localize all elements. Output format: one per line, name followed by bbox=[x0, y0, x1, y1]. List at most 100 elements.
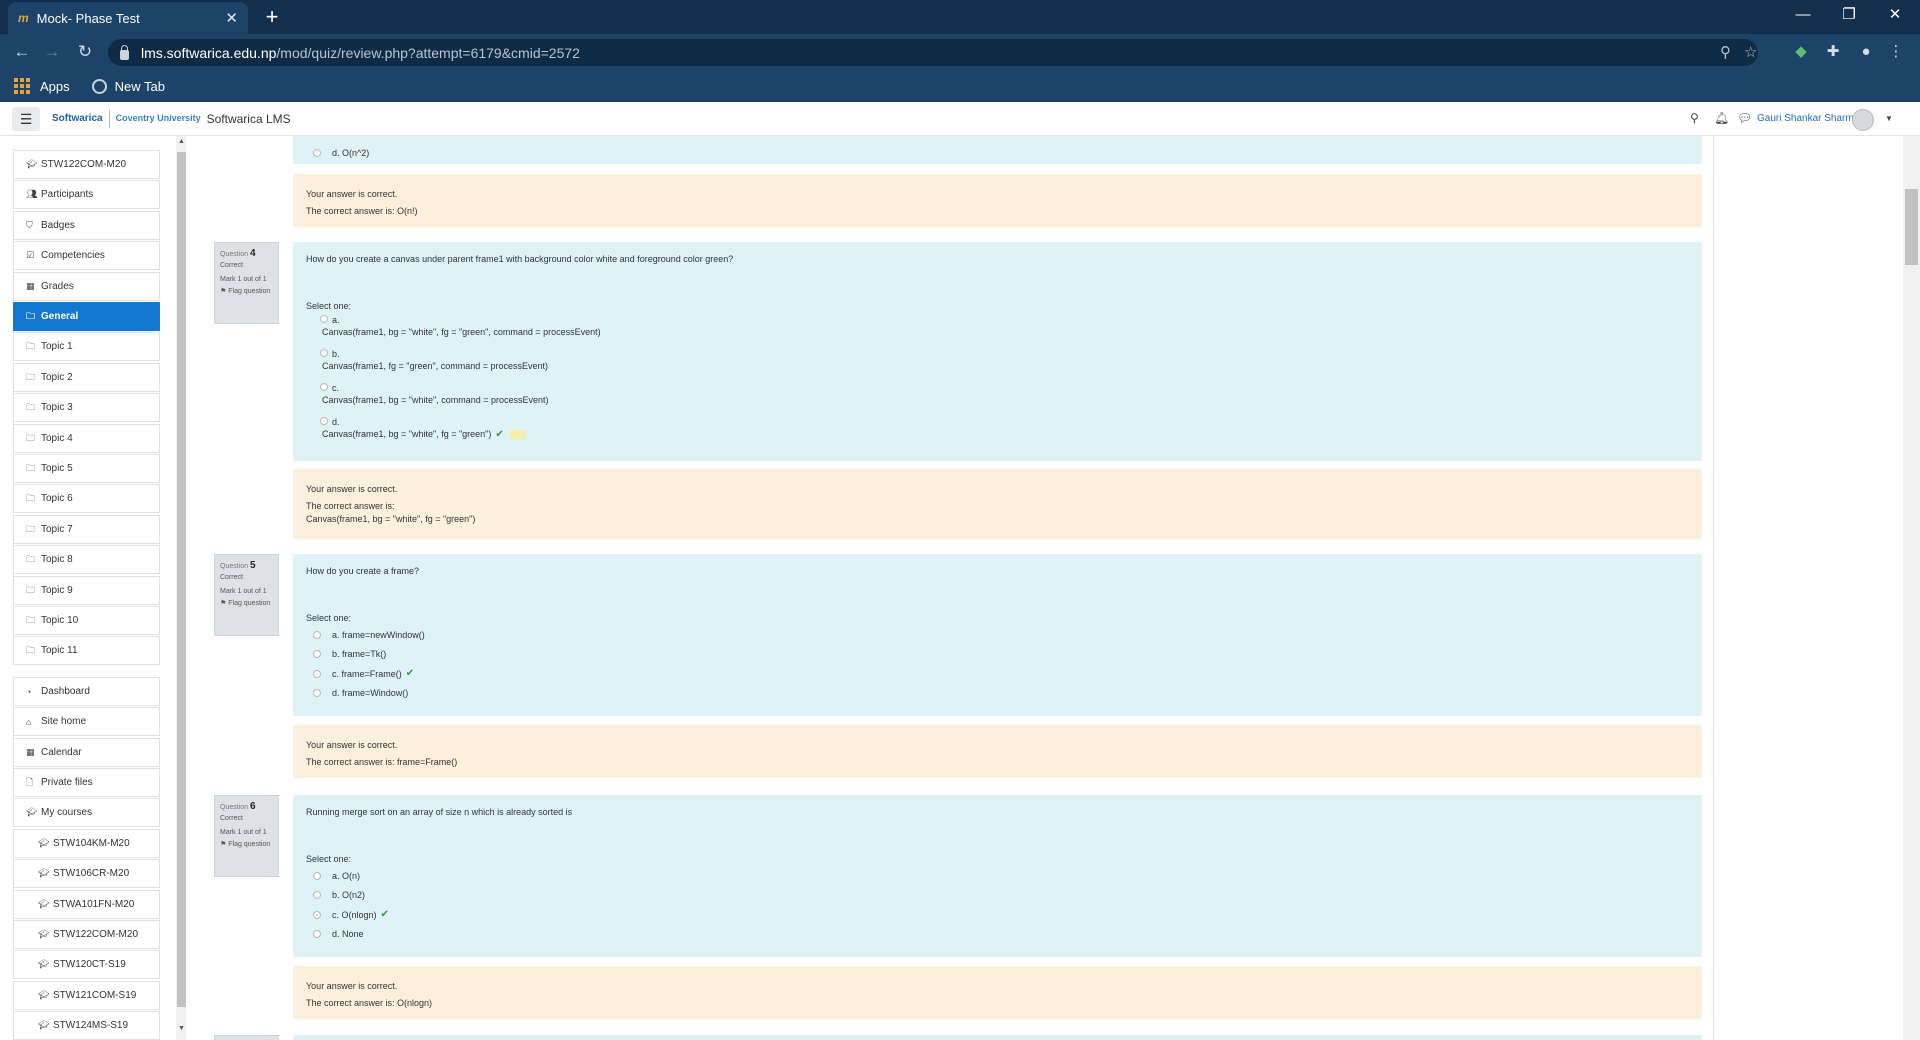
bookmark-apps[interactable]: Apps bbox=[40, 79, 70, 94]
radio-option-d[interactable] bbox=[313, 148, 321, 157]
sidebar-item-course-stwa101fn-m20[interactable]: 🎓︎ STWA101FN-M20 bbox=[13, 890, 160, 919]
zoom-icon[interactable]: ⚲ bbox=[1720, 43, 1731, 61]
sidebar-item-stw122com-m20[interactable]: 🎓︎ STW122COM-M20 bbox=[13, 150, 160, 179]
sidebar-item-course-stw124ms-s19[interactable]: 🎓︎ STW124MS-S19 bbox=[13, 1011, 160, 1040]
user-menu-name[interactable]: Gauri Shankar Sharma bbox=[1757, 113, 1859, 124]
forward-icon[interactable]: → bbox=[40, 40, 64, 64]
close-window-icon[interactable]: ✕ bbox=[1872, 0, 1918, 30]
radio-option-b[interactable] bbox=[313, 650, 321, 659]
nav-drawer: ▲ ▼ 🎓︎ STW122COM-M20 👥︎ Participants ⛉ Badges… bbox=[0, 136, 190, 1040]
answer-option[interactable]: c. O(nlogn) ✔ bbox=[306, 905, 1689, 925]
bookmark-star-icon[interactable]: ☆ bbox=[1744, 43, 1757, 61]
sidebar-item-course-stw122com-m20[interactable]: 🎓︎ STW122COM-M20 bbox=[13, 920, 160, 949]
answer-option[interactable]: b. Canvas(frame1, fg = "green", command … bbox=[306, 347, 1689, 381]
question-5-content: How do you create a frame? Select one: a… bbox=[293, 554, 1702, 716]
radio-option-a[interactable] bbox=[313, 630, 321, 639]
sidebar-item-badges[interactable]: ⛉ Badges bbox=[13, 211, 160, 240]
radio-option-b[interactable] bbox=[320, 349, 328, 357]
sidebar-item-my-courses[interactable]: 🎓︎ My courses bbox=[13, 798, 160, 827]
sidebar-scroll-thumb[interactable] bbox=[177, 152, 186, 1007]
site-logo[interactable]: Softwarica Coventry University bbox=[52, 109, 201, 128]
sidebar-item-topic-8[interactable]: 🗀 Topic 8 bbox=[13, 545, 160, 574]
answer-option[interactable]: a. Canvas(frame1, bg = "white", fg = "gr… bbox=[306, 313, 1689, 347]
sidebar-item-topic-10[interactable]: 🗀 Topic 10 bbox=[13, 606, 160, 635]
search-icon[interactable]: ⚲ bbox=[1690, 111, 1699, 125]
radio-option-a[interactable] bbox=[320, 315, 328, 323]
sidebar-item-calendar[interactable]: ▦ Calendar bbox=[13, 738, 160, 767]
reload-icon[interactable]: ↻ bbox=[73, 40, 97, 64]
sidebar-item-dashboard[interactable]: ◔ Dashboard bbox=[13, 677, 160, 706]
mortarboard-icon: 🎓︎ bbox=[26, 807, 38, 817]
flag-question-button[interactable]: ⚑ Flag question bbox=[220, 840, 273, 849]
radio-option-a[interactable] bbox=[313, 871, 321, 880]
sidebar-item-course-stw120ct-s19[interactable]: 🎓︎ STW120CT-S19 bbox=[13, 950, 160, 979]
minimize-icon[interactable]: — bbox=[1780, 0, 1826, 30]
flag-question-button[interactable]: ⚑ Flag question bbox=[220, 599, 273, 608]
radio-option-b[interactable] bbox=[313, 891, 321, 900]
sidebar-item-private-files[interactable]: 🗋 Private files bbox=[13, 768, 160, 797]
sidebar-item-topic-3[interactable]: 🗀 Topic 3 bbox=[13, 393, 160, 422]
answer-option[interactable]: c. frame=Frame() ✔ bbox=[306, 664, 1689, 684]
sidebar-item-label: Topic 9 bbox=[41, 585, 73, 596]
radio-option-d-selected[interactable] bbox=[320, 417, 328, 425]
menu-kebab-icon[interactable]: ⋮ bbox=[1885, 41, 1907, 63]
close-tab-icon[interactable]: ✕ bbox=[225, 9, 238, 27]
answer-option[interactable]: d. Canvas(frame1, bg = "white", fg = "gr… bbox=[306, 415, 1689, 449]
question-status: Correct bbox=[220, 574, 243, 581]
folder-icon: 🗀 bbox=[26, 371, 36, 382]
page-scrollbar[interactable] bbox=[1903, 136, 1920, 1040]
answer-option[interactable]: b. frame=Tk() bbox=[306, 645, 1689, 665]
sidebar-item-topic-6[interactable]: 🗀 Topic 6 bbox=[13, 484, 160, 513]
sidebar-item-topic-7[interactable]: 🗀 Topic 7 bbox=[13, 515, 160, 544]
flag-question-button[interactable]: ⚑ Flag question bbox=[220, 287, 273, 296]
sidebar-item-topic-2[interactable]: 🗀 Topic 2 bbox=[13, 363, 160, 392]
scroll-up-arrow-icon[interactable]: ▲ bbox=[178, 138, 185, 145]
back-icon[interactable]: ← bbox=[10, 40, 34, 64]
address-bar[interactable]: lms.softwarica.edu.np/mod/quiz/review.ph… bbox=[108, 39, 1758, 66]
sidebar-item-course-stw104km-m20[interactable]: 🎓︎ STW104KM-M20 bbox=[13, 829, 160, 858]
new-tab-icon[interactable]: + bbox=[258, 2, 286, 32]
sidebar-item-grades[interactable]: ▦ Grades bbox=[13, 272, 160, 301]
sidebar-item-topic-5[interactable]: 🗀 Topic 5 bbox=[13, 454, 160, 483]
sidebar-item-site-home[interactable]: ⌂ Site home bbox=[13, 707, 160, 736]
hamburger-menu-icon[interactable]: ☰ bbox=[12, 106, 40, 131]
sidebar-item-label: STW106CR-M20 bbox=[53, 868, 130, 879]
answer-option[interactable]: c. Canvas(frame1, bg = "white", command … bbox=[306, 381, 1689, 415]
sidebar-item-course-stw121com-s19[interactable]: 🎓︎ STW121COM-S19 bbox=[13, 981, 160, 1010]
question-text: How do you create a frame? bbox=[306, 566, 420, 576]
browser-tab[interactable]: m Mock- Phase Test ✕ bbox=[8, 2, 248, 34]
sidebar-item-label: Private files bbox=[41, 777, 93, 788]
restore-icon[interactable]: ❐ bbox=[1826, 0, 1872, 30]
radio-option-c-selected[interactable] bbox=[313, 910, 321, 919]
answer-option[interactable]: b. O(n2) bbox=[306, 886, 1689, 906]
site-name[interactable]: Softwarica LMS bbox=[207, 112, 291, 126]
message-icon[interactable]: 💬︎ bbox=[1737, 111, 1752, 125]
answer-option[interactable]: d. None bbox=[306, 925, 1689, 945]
page-scroll-thumb[interactable] bbox=[1905, 189, 1918, 265]
radio-option-c[interactable] bbox=[320, 383, 328, 391]
answer-option[interactable]: a. O(n) bbox=[306, 866, 1689, 886]
puzzle-icon[interactable]: ✚ bbox=[1822, 41, 1844, 63]
answer-option[interactable]: d. frame=Window() bbox=[306, 684, 1689, 704]
bookmark-new-tab[interactable]: New Tab bbox=[115, 79, 165, 94]
sidebar-item-topic-1[interactable]: 🗀 Topic 1 bbox=[13, 332, 160, 361]
bell-icon[interactable]: 🔔︎ bbox=[1714, 111, 1729, 125]
sidebar-item-participants[interactable]: 👥︎ Participants bbox=[13, 180, 160, 209]
sidebar-item-general[interactable]: 🗀 General bbox=[13, 302, 160, 331]
scroll-down-arrow-icon[interactable]: ▼ bbox=[178, 1025, 185, 1032]
sidebar-item-topic-11[interactable]: 🗀 Topic 11 bbox=[13, 636, 160, 665]
radio-option-d[interactable] bbox=[313, 689, 321, 698]
sidebar-item-topic-9[interactable]: 🗀 Topic 9 bbox=[13, 576, 160, 605]
feedback-correct: Your answer is correct. bbox=[306, 189, 398, 199]
radio-option-d[interactable] bbox=[313, 930, 321, 939]
sidebar-item-competencies[interactable]: ☑ Competencies bbox=[13, 241, 160, 270]
answer-option[interactable]: a. frame=newWindow() bbox=[306, 625, 1689, 645]
url-host: lms.softwarica.edu.np bbox=[141, 44, 277, 61]
profile-icon[interactable]: ● bbox=[1855, 41, 1877, 63]
extension-icon[interactable]: ◆ bbox=[1790, 41, 1812, 63]
radio-option-c-selected[interactable] bbox=[313, 669, 321, 678]
sidebar-item-course-stw106cr-m20[interactable]: 🎓︎ STW106CR-M20 bbox=[13, 859, 160, 888]
sidebar-item-topic-4[interactable]: 🗀 Topic 4 bbox=[13, 424, 160, 453]
avatar[interactable] bbox=[1852, 109, 1874, 131]
chevron-down-icon[interactable]: ▼ bbox=[1885, 114, 1893, 123]
